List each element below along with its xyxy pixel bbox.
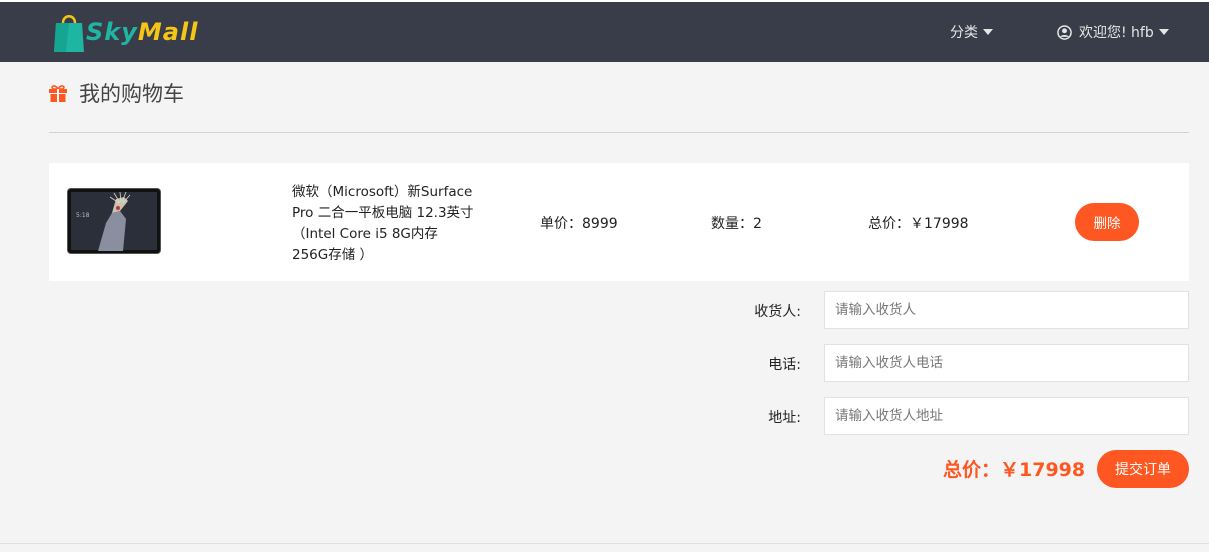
submit-order-button[interactable]: 提交订单 [1097, 450, 1189, 488]
product-name[interactable]: 微软（Microsoft）新Surface Pro 二合一平板电脑 12.3英寸… [292, 182, 477, 266]
page-title: 我的购物车 [49, 78, 184, 108]
item-total-price: 总价：￥17998 [868, 216, 969, 232]
chevron-down-icon [1158, 29, 1169, 35]
address-label: 地址: [768, 410, 801, 426]
phone-row: 电话: [700, 344, 1189, 382]
address-input[interactable] [824, 397, 1189, 435]
delete-button[interactable]: 删除 [1075, 203, 1139, 241]
divider [49, 132, 1189, 133]
phone-label: 电话: [768, 357, 801, 373]
category-menu[interactable]: 分类 [950, 22, 993, 42]
brand-part-1: Sky [86, 18, 138, 46]
logo[interactable]: SkyMall [54, 12, 204, 54]
product-image[interactable]: 5:18 [68, 189, 160, 253]
order-total: 总价：￥17998 [943, 459, 1086, 481]
shopping-bag-icon [54, 15, 84, 52]
navbar: SkyMall 分类 欢迎您! hfb [0, 2, 1209, 62]
receiver-row: 收货人: [700, 291, 1189, 329]
chevron-down-icon [983, 29, 993, 35]
address-row: 地址: [700, 397, 1189, 435]
footer-divider [0, 543, 1209, 544]
user-avatar-icon [1057, 24, 1072, 40]
page-title-text: 我的购物车 [79, 82, 184, 106]
receiver-label: 收货人: [754, 304, 801, 320]
category-label: 分类 [950, 25, 978, 41]
user-greeting: 欢迎您! hfb [1079, 25, 1154, 41]
quantity: 数量：2 [711, 216, 762, 232]
receiver-input[interactable] [824, 291, 1189, 329]
user-menu[interactable]: 欢迎您! hfb [1057, 22, 1169, 42]
cart-item-row: 5:18 微软（Microsoft）新Surface Pro 二合一平板电脑 1… [49, 163, 1189, 281]
brand-part-2: Mall [137, 18, 199, 46]
svg-text:5:18: 5:18 [76, 212, 90, 219]
gift-icon [49, 84, 67, 102]
brand-name: SkyMall [86, 18, 198, 46]
phone-input[interactable] [824, 344, 1189, 382]
unit-price: 单价：8999 [540, 216, 618, 232]
